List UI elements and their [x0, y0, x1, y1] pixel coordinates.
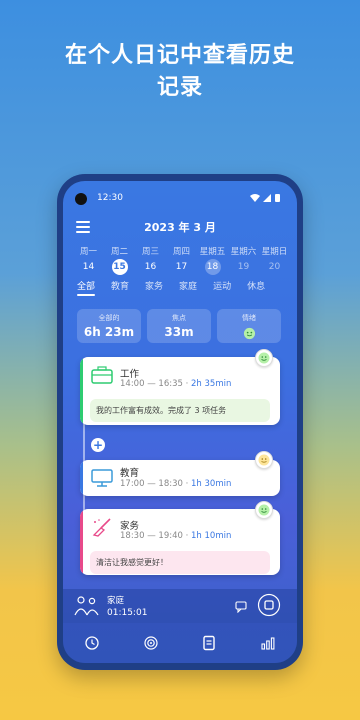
weekday-label: 周一 — [79, 247, 97, 257]
stat-total-label: 全部的 — [98, 314, 120, 322]
day-20[interactable]: 20 — [259, 259, 290, 275]
entry-title: 教育 — [120, 468, 140, 479]
entry-card-education[interactable]: 教育 17:00 — 18:30 · 1h 30min — [80, 460, 280, 496]
entry-card-chores[interactable]: 家务 18:30 — 19:40 · 1h 10min 清洁让我感觉更好！ — [80, 509, 280, 575]
stats-icon[interactable] — [258, 633, 278, 653]
day-15-today[interactable]: 15 — [104, 259, 135, 275]
status-icons — [249, 193, 283, 206]
day-14[interactable]: 14 — [73, 259, 104, 275]
bottom-nav — [63, 623, 297, 663]
diary-icon[interactable] — [199, 633, 219, 653]
monitor-icon — [90, 468, 114, 488]
weekday-label: 星期六 — [230, 247, 257, 257]
briefcase-icon — [90, 365, 114, 385]
weekday-label: 周二 — [110, 247, 128, 257]
stat-total: 全部的 6h 23m — [77, 309, 141, 343]
weekday-label: 周四 — [172, 247, 190, 257]
filter-sports[interactable]: 运动 — [213, 279, 231, 292]
headline-line-2: 记录 — [156, 75, 203, 100]
entry-times: 14:00 — 16:35 · 2h 35min — [120, 379, 232, 389]
day-number-row: 14 15 16 17 18 19 20 — [73, 259, 295, 275]
category-filter-tabs: 全部 教育 家务 家庭 运动 休息 — [77, 279, 281, 296]
filter-all[interactable]: 全部 — [77, 279, 96, 296]
active-timer-bar[interactable]: 家庭 01:15:01 — [63, 589, 297, 623]
filter-rest[interactable]: 休息 — [247, 279, 265, 292]
mood-happy-icon[interactable] — [255, 501, 273, 519]
wifi-battery-icon — [250, 194, 280, 202]
stat-total-value: 6h 23m — [83, 325, 135, 339]
entry-note: 清洁让我感觉更好！ — [90, 551, 270, 574]
clock-icon[interactable] — [82, 633, 102, 653]
stat-focus-value: 33m — [164, 325, 194, 339]
stat-mood: 情绪 — [217, 309, 281, 343]
filter-chores[interactable]: 家务 — [145, 279, 163, 292]
weekday-label: 星期日 — [261, 247, 288, 257]
broom-icon — [90, 517, 114, 537]
smile-icon — [217, 325, 281, 344]
entry-times: 18:30 — 19:40 · 1h 10min — [120, 531, 232, 541]
app-screen: 12:30 2023 年 3 月 周一 周二 周三 周四 星期五 星期六 星期日… — [63, 181, 297, 663]
entry-note: 我的工作富有成效。完成了 3 项任务 — [90, 399, 270, 422]
weekday-label: 周三 — [141, 247, 159, 257]
day-16[interactable]: 16 — [135, 259, 166, 275]
family-icon — [73, 595, 101, 621]
stat-focus: 焦点 33m — [147, 309, 211, 343]
comment-icon[interactable] — [235, 598, 247, 617]
filter-family[interactable]: 家庭 — [179, 279, 197, 292]
add-entry-button[interactable]: + — [91, 438, 105, 452]
month-title[interactable]: 2023 年 3 月 — [63, 219, 297, 235]
filter-education[interactable]: 教育 — [111, 279, 129, 292]
stop-button[interactable] — [257, 593, 281, 621]
entry-title: 工作 — [120, 369, 140, 380]
stat-mood-label: 情绪 — [242, 314, 256, 322]
day-18-selected[interactable]: 18 — [197, 259, 228, 275]
status-time: 12:30 — [97, 193, 123, 203]
entry-card-work[interactable]: 工作 14:00 — 16:35 · 2h 35min 我的工作富有成效。完成了… — [80, 357, 280, 425]
mood-neutral-icon[interactable] — [255, 451, 273, 469]
mood-happy-icon[interactable] — [255, 349, 273, 367]
target-icon[interactable] — [141, 633, 161, 653]
entry-title: 家务 — [120, 521, 140, 532]
stat-focus-label: 焦点 — [172, 314, 186, 322]
timer-elapsed: 01:15:01 — [107, 608, 148, 618]
headline: 在个人日记中查看历史 记录 — [0, 40, 360, 104]
entry-times: 17:00 — 18:30 · 1h 30min — [120, 479, 232, 489]
camera-icon — [75, 193, 87, 205]
weekday-label: 星期五 — [199, 247, 226, 257]
day-17[interactable]: 17 — [166, 259, 197, 275]
day-19[interactable]: 19 — [228, 259, 259, 275]
weekday-row: 周一 周二 周三 周四 星期五 星期六 星期日 — [73, 245, 295, 257]
timer-category: 家庭 — [107, 596, 125, 606]
headline-line-1: 在个人日记中查看历史 — [64, 43, 295, 68]
